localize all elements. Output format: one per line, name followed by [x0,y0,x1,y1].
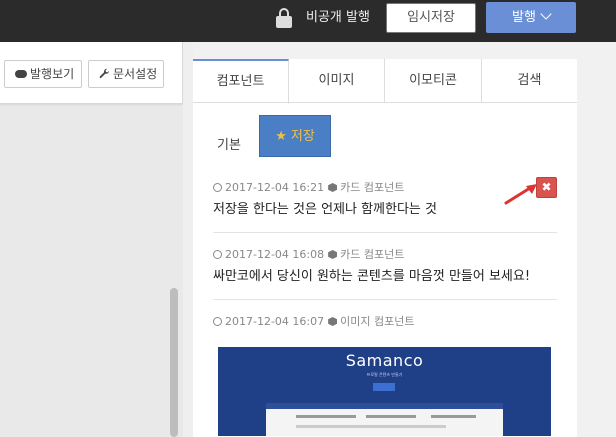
thumbnail-title: Samanco [345,351,424,370]
item-date: 2017-12-04 16:07 [225,315,325,328]
document-toolbar: 발행보기 문서설정 [0,42,183,104]
panel-divider [183,42,193,437]
star-icon: ★ [275,129,287,144]
lock-icon [276,8,292,28]
document-settings-label: 문서설정 [113,67,158,81]
private-publish-label[interactable]: 비공개 발행 [306,9,370,27]
item-type: 이미지 컴포넌트 [340,315,415,328]
tab-search[interactable]: 검색 [482,59,577,103]
wrench-icon [99,68,110,79]
clock-icon [213,183,222,192]
thumbnail-subtitle: 프로필 콘텐츠 만들기 [366,372,403,377]
subtab-saved-label: 저장 [290,129,315,144]
item-type: 카드 컴포넌트 [340,181,405,194]
panel-tabs: 컴포넌트 이미지 이모티콘 검색 [193,59,577,104]
subtab-saved[interactable]: ★ 저장 [259,115,331,157]
item-meta: 2017-12-04 16:07 이미지 컴포넌트 [213,315,557,329]
top-bar: 비공개 발행 임시저장 발행 [0,0,616,42]
clock-icon [213,250,222,259]
document-settings-button[interactable]: 문서설정 [88,60,164,88]
thumbnail-button [373,383,395,391]
item-meta: 2017-12-04 16:08 카드 컴포넌트 [213,248,557,262]
annotation-arrow-icon [504,184,537,205]
scrollbar-thumb[interactable] [170,288,178,437]
list-item[interactable]: 2017-12-04 16:07 이미지 컴포넌트 [213,315,557,335]
left-panel: 발행보기 문서설정 [0,42,183,437]
item-date: 2017-12-04 16:21 [225,181,325,194]
list-item[interactable]: 2017-12-04 16:08 카드 컴포넌트 싸만코에서 당신이 원하는 콘텐… [213,248,557,300]
tab-images[interactable]: 이미지 [289,59,385,103]
tab-components[interactable]: 컴포넌트 [193,59,289,104]
item-text: 싸만코에서 당신이 원하는 콘텐츠를 마음껏 만들어 보세요! [213,269,531,284]
tab-emoticons[interactable]: 이모티콘 [385,59,482,103]
chevron-down-icon [540,8,552,20]
view-published-button[interactable]: 발행보기 [4,60,82,88]
close-icon: ✖ [541,180,552,194]
subtab-basic[interactable]: 기본 [217,137,241,155]
save-draft-button[interactable]: 임시저장 [386,3,476,33]
publish-button[interactable]: 발행 [486,2,576,33]
item-type: 카드 컴포넌트 [340,248,405,261]
delete-item-button[interactable]: ✖ [536,177,557,198]
cloud-icon [15,69,27,78]
clock-icon [213,317,222,326]
view-published-label: 발행보기 [30,67,75,81]
item-date: 2017-12-04 16:08 [225,248,325,261]
cube-icon [328,183,338,192]
publish-label: 발행 [512,10,536,25]
cube-icon [328,250,338,259]
cube-icon [328,317,338,326]
thumbnail-ui-preview [266,403,503,436]
component-thumbnail[interactable]: Samanco 프로필 콘텐츠 만들기 [218,347,551,436]
